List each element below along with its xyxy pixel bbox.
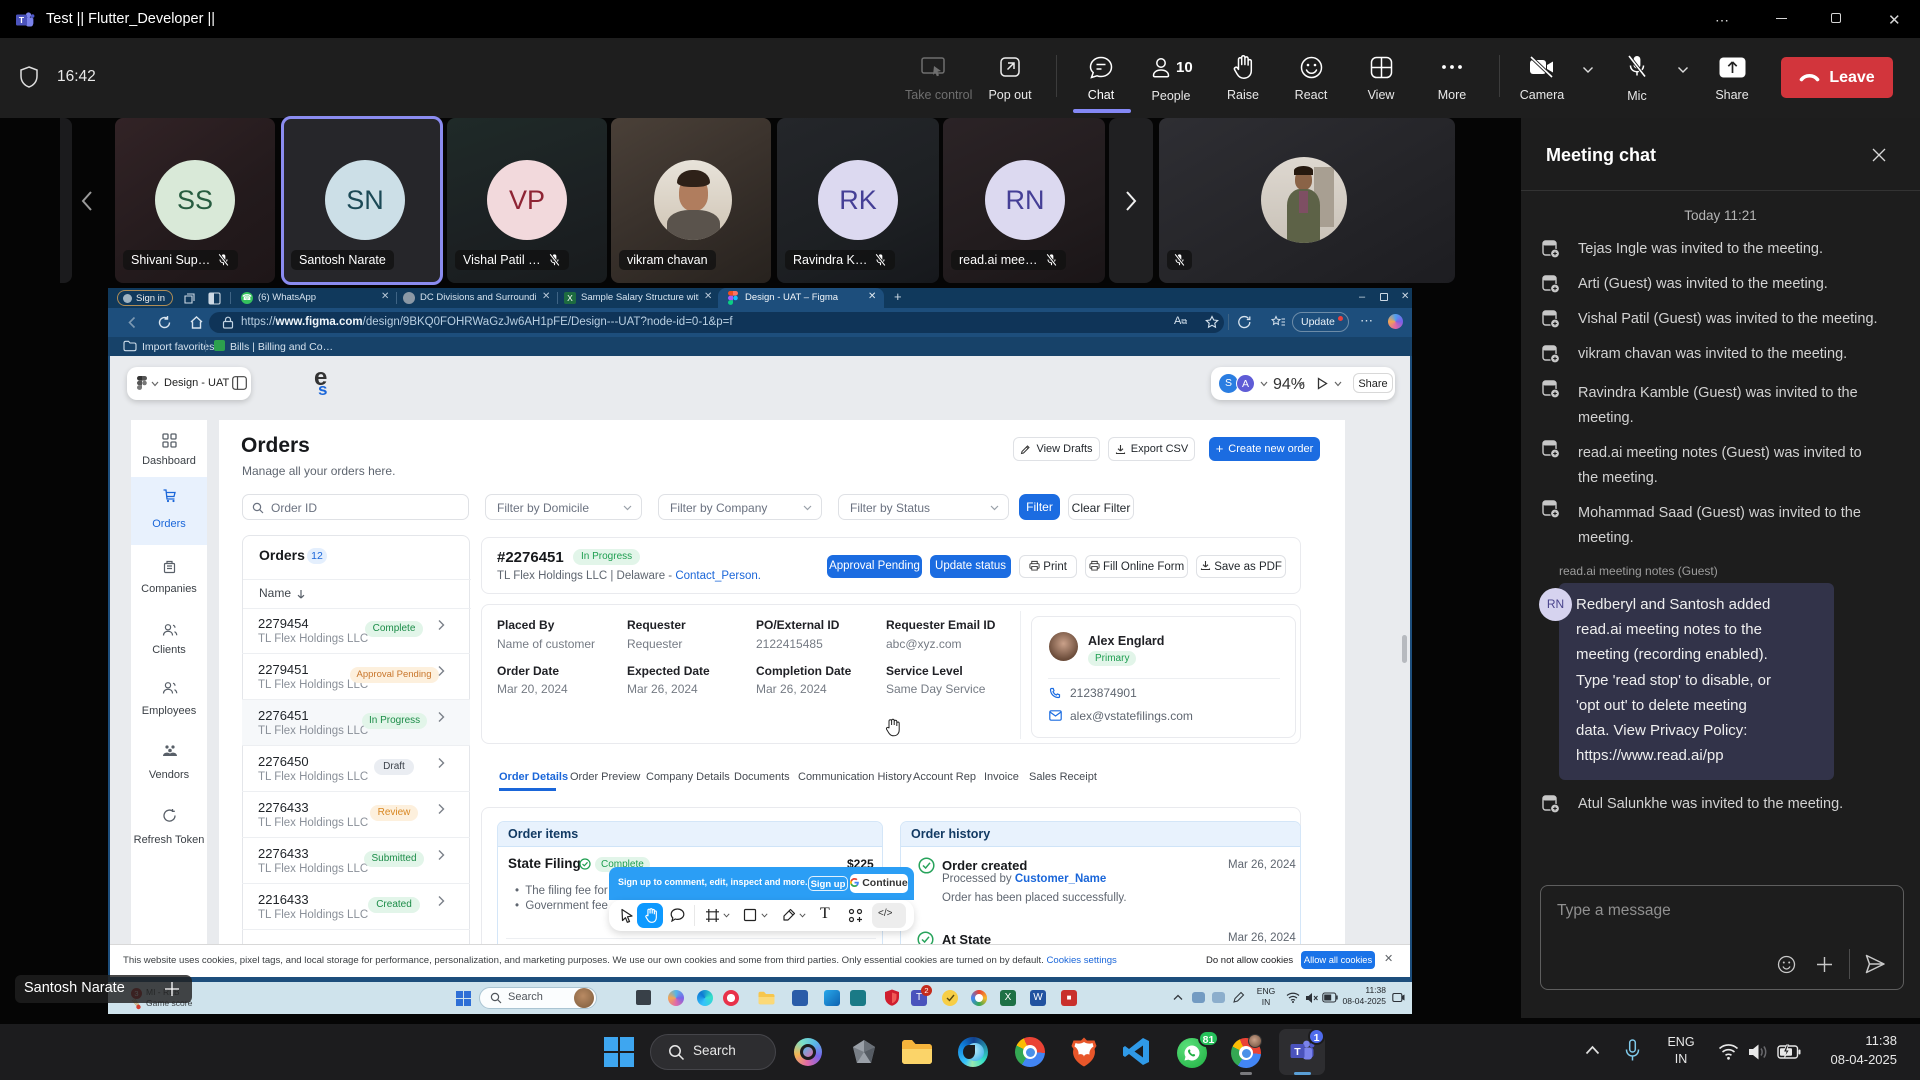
svg-text:T: T	[1294, 1046, 1301, 1058]
svg-text:T: T	[19, 15, 25, 25]
